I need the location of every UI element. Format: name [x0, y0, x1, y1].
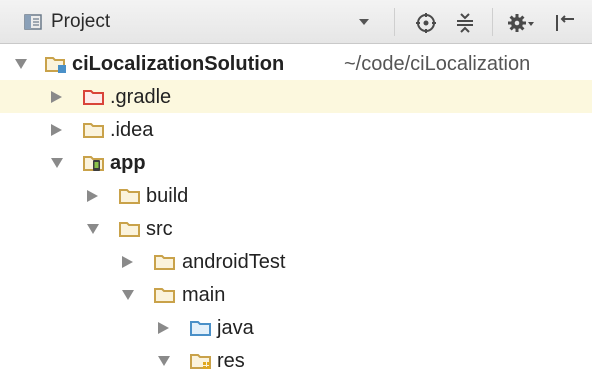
expand-arrow-icon[interactable]: [157, 355, 171, 367]
module-folder-icon: [45, 57, 66, 73]
dropdown-arrow-icon[interactable]: [357, 17, 371, 27]
tree-row-build[interactable]: build: [0, 179, 592, 212]
toolbar-divider: [394, 8, 395, 36]
panel-title[interactable]: Project: [51, 11, 110, 33]
collapse-all-icon[interactable]: [454, 12, 476, 34]
hide-panel-icon[interactable]: [553, 12, 577, 34]
project-toolbar: Project: [0, 0, 592, 44]
toolbar-divider: [492, 8, 493, 36]
tree-item-label: main: [182, 284, 226, 306]
excluded-folder-icon: [83, 90, 104, 105]
tree-item-label: src: [146, 218, 173, 240]
folder-icon: [83, 123, 104, 138]
tree-item-label: androidTest: [182, 251, 286, 273]
expand-arrow-icon[interactable]: [86, 223, 100, 235]
folder-icon: [154, 255, 175, 270]
tree-row-res[interactable]: res: [0, 344, 592, 377]
collapse-arrow-icon[interactable]: [86, 190, 100, 202]
expand-arrow-icon[interactable]: [50, 157, 64, 169]
project-view-icon[interactable]: [24, 14, 42, 30]
tree-row-project-root[interactable]: ciLocalizationSolution ~/code/ciLocaliza…: [0, 47, 592, 80]
tree-row-gradle[interactable]: .gradle: [0, 80, 592, 113]
gear-icon[interactable]: [507, 12, 535, 34]
tree-row-androidtest[interactable]: androidTest: [0, 245, 592, 278]
tree-item-label: java: [217, 317, 254, 339]
expand-arrow-icon[interactable]: [14, 58, 28, 70]
tree-row-java[interactable]: java: [0, 311, 592, 344]
tree-item-label: res: [217, 350, 245, 372]
tree-item-label: build: [146, 185, 189, 207]
collapse-arrow-icon[interactable]: [50, 124, 64, 136]
folder-icon: [119, 222, 140, 237]
collapse-arrow-icon[interactable]: [121, 256, 135, 268]
tree-item-label: .idea: [110, 119, 154, 141]
tree-row-src[interactable]: src: [0, 212, 592, 245]
target-icon[interactable]: [415, 12, 437, 34]
tree-item-path: ~/code/ciLocalization: [344, 53, 531, 75]
resources-folder-icon: [190, 354, 211, 369]
folder-icon: [154, 288, 175, 303]
tree-item-label: ciLocalizationSolution: [72, 53, 285, 75]
android-module-folder-icon: [83, 156, 104, 171]
tree-row-idea[interactable]: .idea: [0, 113, 592, 146]
source-folder-icon: [190, 321, 211, 336]
tree-row-app[interactable]: app: [0, 146, 592, 179]
collapse-arrow-icon[interactable]: [157, 322, 171, 334]
tree-row-main[interactable]: main: [0, 278, 592, 311]
tree-item-label: app: [110, 152, 146, 174]
project-tree: ciLocalizationSolution ~/code/ciLocaliza…: [0, 44, 592, 378]
expand-arrow-icon[interactable]: [121, 289, 135, 301]
folder-icon: [119, 189, 140, 204]
collapse-arrow-icon[interactable]: [50, 91, 64, 103]
tree-item-label: .gradle: [110, 86, 172, 108]
